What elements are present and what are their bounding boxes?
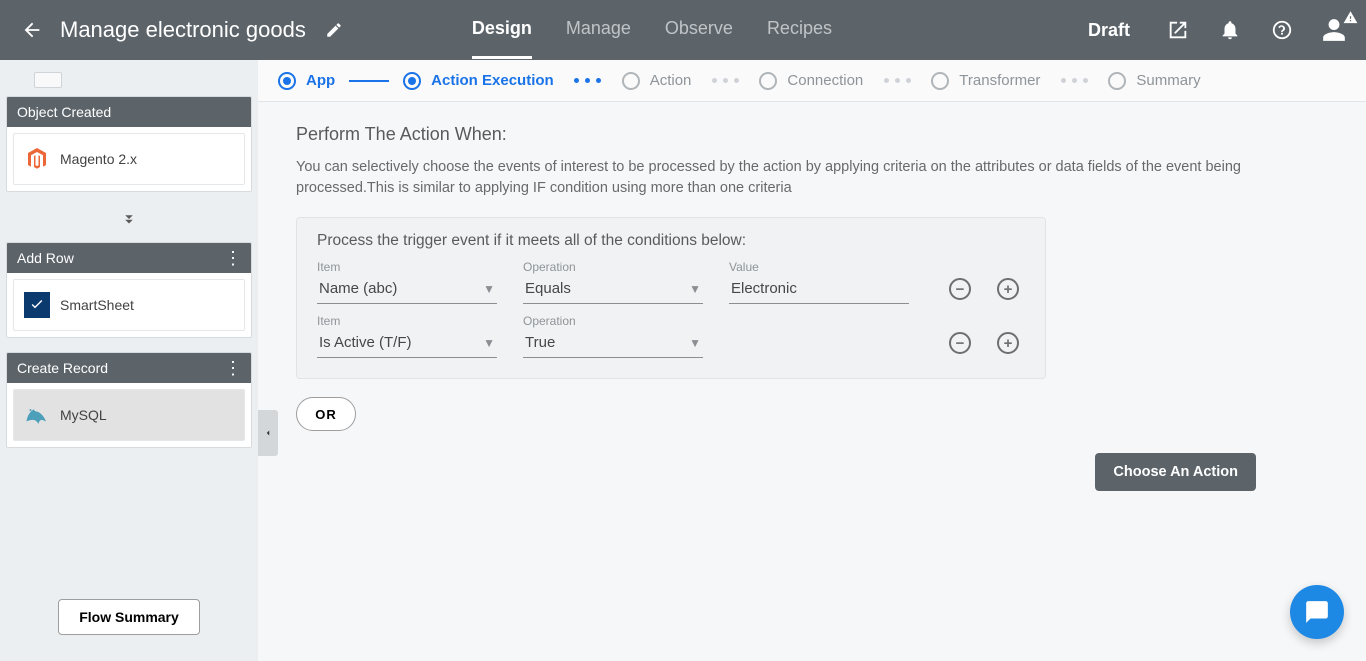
step-action-execution[interactable]: Action Execution <box>403 72 554 90</box>
flow-summary-button[interactable]: Flow Summary <box>58 599 200 635</box>
stepper: App Action Execution Action Connection T… <box>258 60 1366 102</box>
chevron-down-icon: ▼ <box>483 336 495 350</box>
operation-select[interactable]: True ▼ <box>523 330 703 358</box>
open-external-icon[interactable] <box>1164 16 1192 44</box>
draft-status: Draft <box>1088 20 1130 41</box>
smartsheet-icon <box>24 292 50 318</box>
step-transformer[interactable]: Transformer <box>931 72 1040 90</box>
chevron-down-icon: ▼ <box>483 282 495 296</box>
step-summary[interactable]: Summary <box>1108 72 1200 90</box>
step-separator <box>349 80 389 82</box>
add-condition-icon[interactable]: + <box>997 278 1019 300</box>
tab-manage[interactable]: Manage <box>566 1 631 59</box>
sidebar: Object Created Magento 2.x Add Row ⋮ <box>0 60 258 661</box>
sidebar-card-title: Add Row <box>17 250 74 266</box>
edit-icon[interactable] <box>320 16 348 44</box>
main: App Action Execution Action Connection T… <box>258 60 1366 661</box>
step-app[interactable]: App <box>278 72 335 90</box>
magento-icon <box>24 146 50 172</box>
topbar: Manage electronic goods Design Manage Ob… <box>0 0 1366 60</box>
item-select[interactable]: Name (abc) ▼ <box>317 276 497 304</box>
sidebar-card-object-created[interactable]: Object Created Magento 2.x <box>6 96 252 192</box>
field-label-operation: Operation <box>523 260 703 274</box>
section-heading: Perform The Action When: <box>296 124 1328 145</box>
mini-chip <box>34 72 62 88</box>
sidebar-item-label: SmartSheet <box>60 297 134 313</box>
condition-row: Item Is Active (T/F) ▼ Operation True ▼ <box>317 314 1025 358</box>
choose-an-action-button[interactable]: Choose An Action <box>1095 453 1256 491</box>
sidebar-card-title: Object Created <box>17 104 111 120</box>
step-separator <box>877 78 917 83</box>
conditions-panel-title: Process the trigger event if it meets al… <box>317 232 1025 250</box>
step-separator <box>705 78 745 83</box>
tab-recipes[interactable]: Recipes <box>767 1 832 59</box>
step-separator <box>1054 78 1094 83</box>
page-title: Manage electronic goods <box>60 17 306 43</box>
conditions-panel: Process the trigger event if it meets al… <box>296 217 1046 379</box>
sidebar-item-label: MySQL <box>60 407 107 423</box>
bell-icon[interactable] <box>1216 16 1244 44</box>
chevron-down-icon: ▼ <box>689 336 701 350</box>
back-arrow-icon[interactable] <box>18 16 46 44</box>
chevron-down-icon: ▼ <box>689 282 701 296</box>
mysql-icon <box>24 402 50 428</box>
field-label-item: Item <box>317 314 497 328</box>
help-icon[interactable] <box>1268 16 1296 44</box>
condition-row: Item Name (abc) ▼ Operation Equals ▼ <box>317 260 1025 304</box>
top-tabs: Design Manage Observe Recipes <box>472 1 832 59</box>
remove-condition-icon[interactable]: − <box>949 332 971 354</box>
remove-condition-icon[interactable]: − <box>949 278 971 300</box>
sidebar-card-create-record[interactable]: Create Record ⋮ MySQL <box>6 352 252 448</box>
user-icon[interactable] <box>1320 16 1348 44</box>
item-select[interactable]: Is Active (T/F) ▼ <box>317 330 497 358</box>
field-label-item: Item <box>317 260 497 274</box>
sidebar-card-add-row[interactable]: Add Row ⋮ SmartSheet <box>6 242 252 338</box>
step-action[interactable]: Action <box>622 72 692 90</box>
user-alert-icon <box>1343 10 1358 25</box>
field-label-value: Value <box>729 260 909 274</box>
tab-observe[interactable]: Observe <box>665 1 733 59</box>
section-description: You can selectively choose the events of… <box>296 157 1328 199</box>
collapse-sidebar-icon[interactable] <box>258 410 278 456</box>
connector-arrow <box>6 206 252 242</box>
value-input[interactable]: Electronic <box>729 276 909 304</box>
field-label-operation: Operation <box>523 314 703 328</box>
add-condition-icon[interactable]: + <box>997 332 1019 354</box>
sidebar-item-label: Magento 2.x <box>60 151 137 167</box>
or-button[interactable]: OR <box>296 397 356 431</box>
sidebar-card-title: Create Record <box>17 360 108 376</box>
step-connection[interactable]: Connection <box>759 72 863 90</box>
kebab-icon[interactable]: ⋮ <box>224 252 241 264</box>
operation-select[interactable]: Equals ▼ <box>523 276 703 304</box>
chat-bubble-icon[interactable] <box>1290 585 1344 639</box>
kebab-icon[interactable]: ⋮ <box>224 362 241 374</box>
step-separator <box>568 78 608 83</box>
tab-design[interactable]: Design <box>472 1 532 59</box>
